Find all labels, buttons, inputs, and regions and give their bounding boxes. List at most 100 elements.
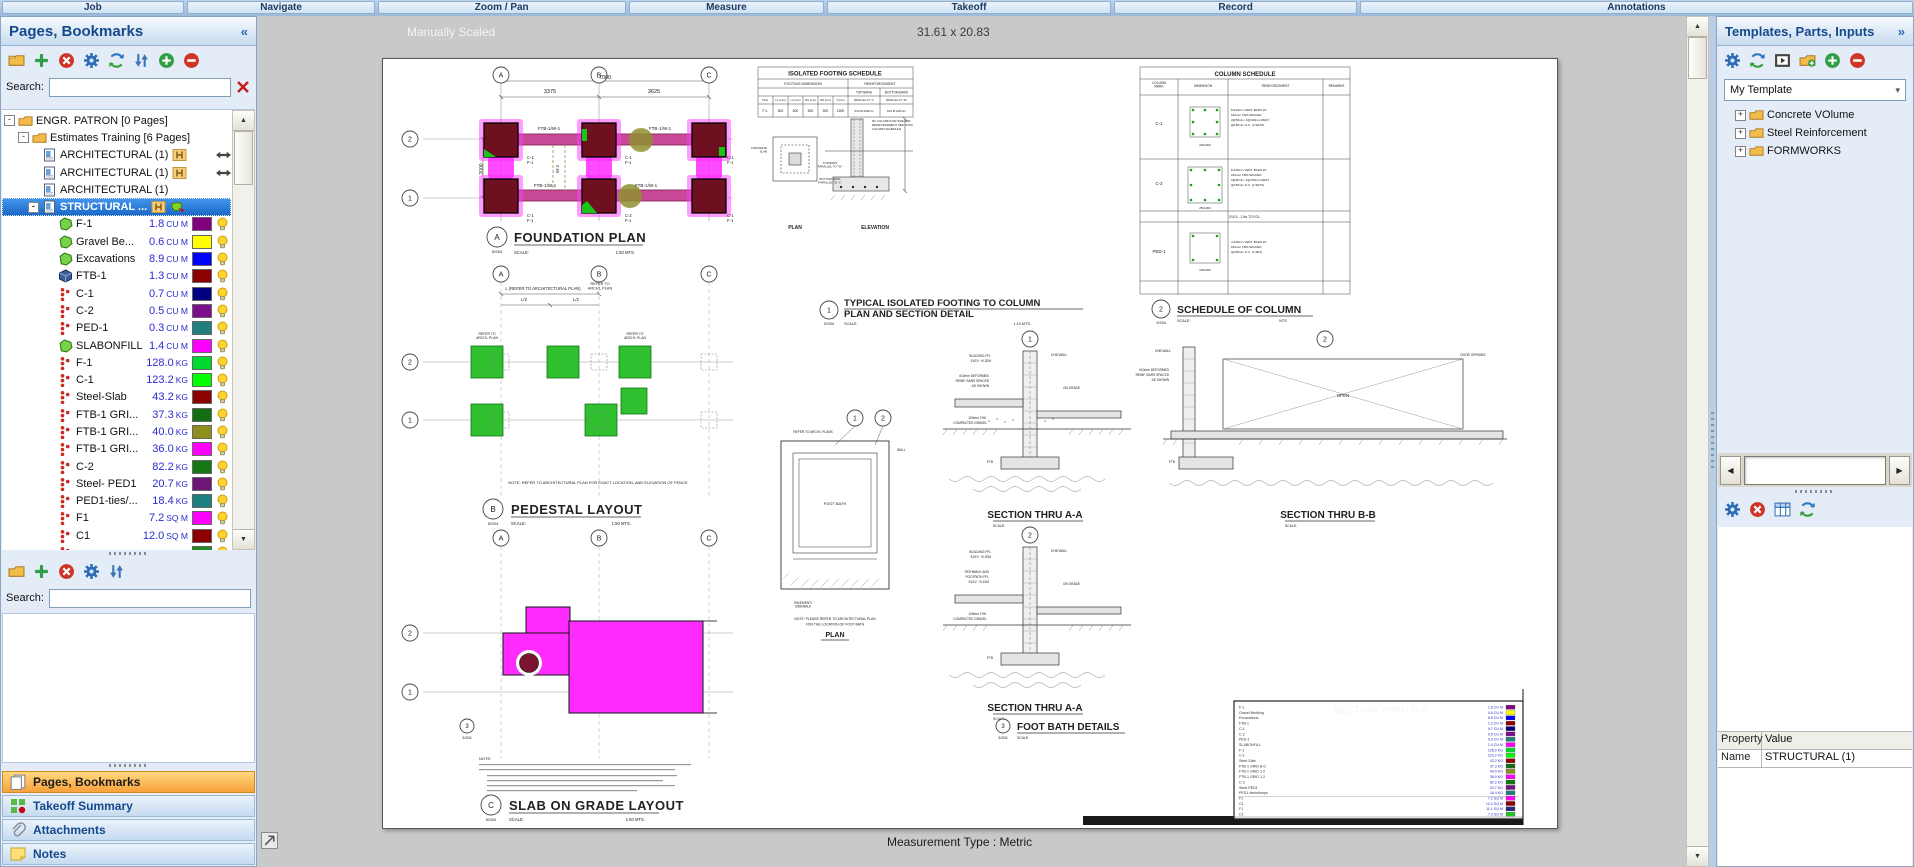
tree-expander[interactable]: - bbox=[18, 132, 29, 143]
takeoff-item-row[interactable]: Excavations8.9CU M bbox=[2, 250, 231, 267]
takeoff-item-row[interactable]: Steel-Slab43.2KG bbox=[2, 389, 231, 406]
bookmark-settings-gear-icon[interactable] bbox=[83, 563, 100, 580]
visibility-bulb-icon[interactable] bbox=[216, 287, 229, 301]
color-swatch[interactable] bbox=[192, 529, 212, 543]
visibility-bulb-icon[interactable] bbox=[216, 217, 229, 231]
menu-item-measure[interactable]: Measure bbox=[629, 1, 825, 14]
panel-tab-pages-bookmarks[interactable]: Pages, Bookmarks bbox=[2, 771, 255, 793]
color-swatch[interactable] bbox=[192, 339, 212, 353]
scroll-down-button[interactable]: ▼ bbox=[233, 529, 254, 549]
add-page-icon[interactable] bbox=[33, 52, 50, 69]
tree-expander[interactable]: + bbox=[1735, 146, 1746, 157]
visibility-bulb-icon[interactable] bbox=[216, 304, 229, 318]
bookmarks-list[interactable] bbox=[2, 613, 255, 763]
bookmark-h-icon[interactable] bbox=[172, 167, 187, 179]
color-swatch[interactable] bbox=[192, 460, 212, 474]
scroll-right-button[interactable]: ▶ bbox=[1889, 456, 1910, 485]
delete-icon[interactable] bbox=[58, 52, 75, 69]
template-gear-icon[interactable] bbox=[1724, 52, 1741, 69]
drawing-viewer[interactable]: Manually Scaled 31.61 x 20.83 bbox=[257, 16, 1709, 867]
menu-item-zoom-pan[interactable]: Zoom / Pan bbox=[378, 1, 626, 14]
visibility-bulb-icon[interactable] bbox=[216, 511, 229, 525]
properties-refresh-icon[interactable] bbox=[1799, 501, 1816, 518]
takeoff-item-row[interactable]: Steel- PED120.7KG bbox=[2, 475, 231, 492]
takeoff-item-row[interactable]: F17.2SQ M bbox=[2, 510, 231, 527]
expand-all-icon[interactable] bbox=[158, 52, 175, 69]
visibility-bulb-icon[interactable] bbox=[216, 235, 229, 249]
tree-expander[interactable]: + bbox=[1735, 128, 1746, 139]
bookmarks-search-input[interactable] bbox=[49, 589, 251, 608]
link-arrows-icon[interactable] bbox=[216, 167, 231, 179]
visibility-bulb-icon[interactable] bbox=[216, 425, 229, 439]
properties-delete-icon[interactable] bbox=[1749, 501, 1766, 518]
color-swatch[interactable] bbox=[192, 477, 212, 491]
takeoff-item-row[interactable]: C-20.5CU M bbox=[2, 302, 231, 319]
visibility-bulb-icon[interactable] bbox=[216, 442, 229, 456]
takeoff-item-row[interactable]: FTB-1 GRI...40.0KG bbox=[2, 423, 231, 440]
resize-handle-icon[interactable] bbox=[261, 832, 278, 849]
drawing-sheet[interactable]: SECTION THRU B-B F-11.8 CU MGravel Beddi… bbox=[382, 58, 1558, 829]
panel-tab-takeoff-summary[interactable]: Takeoff Summary bbox=[2, 795, 255, 817]
color-swatch[interactable] bbox=[192, 269, 212, 283]
takeoff-item-row[interactable]: FTB-1 GRI...36.0KG bbox=[2, 441, 231, 458]
pages-search-input[interactable] bbox=[49, 78, 231, 97]
scroll-track[interactable] bbox=[1744, 456, 1886, 485]
takeoff-item-row[interactable]: C-10.7CU M bbox=[2, 285, 231, 302]
property-row[interactable]: Name STRUCTURAL (1) bbox=[1718, 750, 1912, 768]
menu-item-takeoff[interactable]: Takeoff bbox=[827, 1, 1111, 14]
visibility-bulb-icon[interactable] bbox=[216, 269, 229, 283]
color-swatch[interactable] bbox=[192, 252, 212, 266]
template-folder-row[interactable]: +Concrete VOlume bbox=[1721, 106, 1909, 124]
properties-table-icon[interactable] bbox=[1774, 501, 1791, 518]
takeoff-item-row[interactable]: C-282.2KG bbox=[2, 458, 231, 475]
color-swatch[interactable] bbox=[192, 408, 212, 422]
folder-icon[interactable] bbox=[8, 563, 25, 580]
tree-page-row[interactable]: -Estimates Training [6 Pages] bbox=[2, 129, 231, 146]
collapse-all-icon[interactable] bbox=[183, 52, 200, 69]
color-swatch[interactable] bbox=[192, 494, 212, 508]
scroll-left-button[interactable]: ◀ bbox=[1720, 456, 1741, 485]
color-swatch[interactable] bbox=[192, 217, 212, 231]
link-arrows-icon[interactable] bbox=[216, 149, 231, 161]
visibility-bulb-icon[interactable] bbox=[216, 408, 229, 422]
menu-item-navigate[interactable]: Navigate bbox=[187, 1, 375, 14]
template-folder-row[interactable]: +FORMWORKS bbox=[1721, 142, 1909, 160]
menu-item-job[interactable]: Job bbox=[2, 1, 185, 14]
tree-page-row[interactable]: ARCHITECTURAL (1) bbox=[2, 164, 231, 181]
run-template-icon[interactable] bbox=[1774, 52, 1791, 69]
takeoff-item-row[interactable]: PED1-ties/...18.4KG bbox=[2, 493, 231, 510]
template-dropdown[interactable]: My Template ▾ bbox=[1724, 79, 1906, 101]
visibility-bulb-icon[interactable] bbox=[216, 494, 229, 508]
scroll-thumb[interactable] bbox=[234, 131, 253, 185]
panel-tab-attachments[interactable]: Attachments bbox=[2, 819, 255, 841]
tree-page-row[interactable]: ARCHITECTURAL (1) bbox=[2, 147, 231, 164]
scroll-up-button[interactable]: ▲ bbox=[233, 111, 254, 131]
color-swatch[interactable] bbox=[192, 235, 212, 249]
panel-tab-notes[interactable]: Notes bbox=[2, 843, 255, 865]
color-swatch[interactable] bbox=[192, 373, 212, 387]
visibility-bulb-icon[interactable] bbox=[216, 390, 229, 404]
visibility-bulb-icon[interactable] bbox=[216, 373, 229, 387]
takeoff-item-row[interactable]: FTB-1 GRI...37.3KG bbox=[2, 406, 231, 423]
visibility-bulb-icon[interactable] bbox=[216, 529, 229, 543]
color-swatch[interactable] bbox=[192, 304, 212, 318]
bookmark-sort-icon[interactable] bbox=[108, 563, 125, 580]
viewer-panel-splitter[interactable] bbox=[1709, 16, 1716, 867]
collapse-left-panel-icon[interactable]: « bbox=[241, 24, 248, 39]
visibility-bulb-icon[interactable] bbox=[216, 252, 229, 266]
properties-splitter[interactable] bbox=[1717, 487, 1913, 495]
remove-part-icon[interactable] bbox=[1849, 52, 1866, 69]
takeoff-item-row[interactable]: C-1123.2KG bbox=[2, 371, 231, 388]
sort-icon[interactable] bbox=[133, 52, 150, 69]
tree-expander[interactable]: - bbox=[28, 202, 39, 213]
bookmark-h-icon[interactable] bbox=[172, 149, 187, 161]
menu-item-record[interactable]: Record bbox=[1114, 1, 1358, 14]
pages-tree-scrollbar[interactable]: ▲ ▼ bbox=[232, 110, 255, 550]
color-swatch[interactable] bbox=[192, 321, 212, 335]
clear-search-icon[interactable] bbox=[235, 79, 251, 95]
menu-item-annotations[interactable]: Annotations bbox=[1360, 1, 1912, 14]
tree-expander[interactable]: - bbox=[4, 115, 15, 126]
takeoff-item-row[interactable]: FTB-11.3CU M bbox=[2, 268, 231, 285]
visibility-bulb-icon[interactable] bbox=[216, 321, 229, 335]
color-swatch[interactable] bbox=[192, 356, 212, 370]
